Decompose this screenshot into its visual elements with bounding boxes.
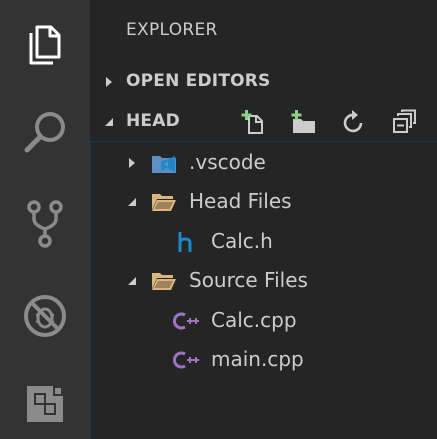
activity-search-button[interactable] xyxy=(0,92,90,172)
debug-icon xyxy=(24,295,66,337)
collapse-all-button[interactable] xyxy=(379,109,429,135)
search-icon xyxy=(24,112,65,153)
vscode-folder-icon xyxy=(151,150,177,176)
workspace-actions xyxy=(229,109,429,135)
tree-item-label: Calc.cpp xyxy=(211,308,297,332)
tree-item-calc-cpp[interactable]: Calc.cpp xyxy=(91,302,437,340)
chevron-down-icon xyxy=(128,198,136,206)
collapse-all-icon xyxy=(393,109,416,133)
tree-item-label: Head Files xyxy=(189,189,292,213)
sidebar-title: EXPLORER xyxy=(126,20,218,40)
source-control-icon xyxy=(27,200,63,248)
tree-item-source-files-folder[interactable]: Source Files xyxy=(91,262,437,300)
refresh-icon xyxy=(343,110,363,133)
activity-bar xyxy=(0,0,90,439)
tree-item-main-cpp[interactable]: main.cpp xyxy=(91,341,437,379)
new-folder-button[interactable] xyxy=(279,109,329,135)
activity-source-control-button[interactable] xyxy=(0,184,90,264)
open-editors-label: OPEN EDITORS xyxy=(126,71,271,91)
folder-open-icon xyxy=(151,189,177,215)
open-editors-header[interactable]: OPEN EDITORS xyxy=(90,66,437,98)
refresh-button[interactable] xyxy=(329,109,379,135)
tree-item-label: Source Files xyxy=(189,268,308,292)
tree-item-label: main.cpp xyxy=(211,347,304,371)
new-folder-icon xyxy=(291,110,315,133)
explorer-sidebar: EXPLORER OPEN EDITORS HEAD .vscode Head … xyxy=(90,0,437,439)
cpp-file-icon xyxy=(173,347,199,373)
vscode-window: EXPLORER OPEN EDITORS HEAD .vscode Head … xyxy=(0,0,437,439)
activity-extensions-button[interactable] xyxy=(0,364,90,439)
chevron-right-icon xyxy=(106,77,112,87)
files-icon xyxy=(29,25,61,65)
chevron-right-icon xyxy=(129,158,135,168)
activity-explorer-button[interactable] xyxy=(0,4,90,84)
tree-item-vscode-folder[interactable]: .vscode xyxy=(91,144,437,182)
tree-item-label: .vscode xyxy=(189,150,266,174)
tree-item-calc-h[interactable]: Calc.h xyxy=(91,223,437,261)
activity-debug-button[interactable] xyxy=(0,276,90,356)
tree-item-head-files-folder[interactable]: Head Files xyxy=(91,183,437,221)
workspace-header[interactable]: HEAD xyxy=(90,106,437,138)
new-file-icon xyxy=(241,110,263,134)
chevron-down-icon xyxy=(128,277,136,285)
folder-open-icon xyxy=(151,268,177,294)
workspace-label: HEAD xyxy=(126,111,180,131)
h-file-icon xyxy=(173,229,199,255)
file-tree: .vscode Head Files Calc.h Source Files C… xyxy=(90,141,437,439)
cpp-file-icon xyxy=(173,308,199,334)
tree-item-label: Calc.h xyxy=(211,229,273,253)
chevron-down-icon xyxy=(105,118,113,126)
extensions-icon xyxy=(27,386,63,422)
new-file-button[interactable] xyxy=(229,109,279,135)
